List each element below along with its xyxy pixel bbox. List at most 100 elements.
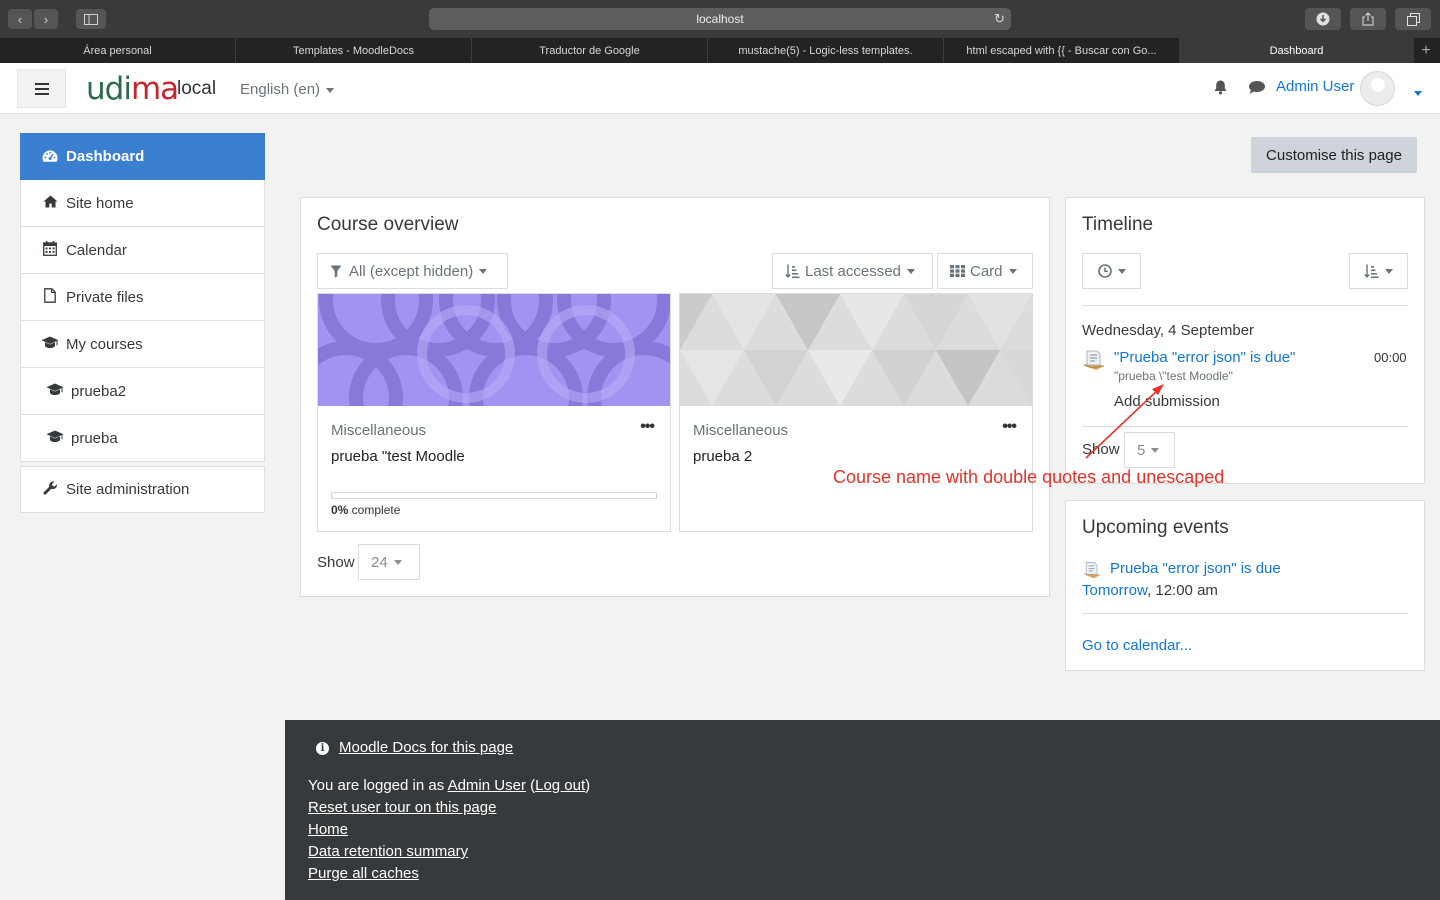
- forward-button[interactable]: ›: [34, 9, 58, 29]
- upcoming-event-day-link[interactable]: Tomorrow: [1082, 582, 1147, 599]
- reset-user-tour-link[interactable]: Reset user tour on this page: [308, 799, 496, 816]
- purge-caches-link[interactable]: Purge all caches: [308, 865, 419, 882]
- sidebar-toggle-button[interactable]: [76, 9, 106, 29]
- timeline-sort-dropdown[interactable]: [1349, 253, 1408, 289]
- dashboard-icon: [41, 149, 59, 165]
- customise-page-button[interactable]: Customise this page: [1251, 137, 1417, 173]
- home-link[interactable]: Home: [308, 821, 348, 838]
- course-image[interactable]: [680, 294, 1032, 406]
- course-name-link[interactable]: prueba "test Moodle: [331, 448, 465, 465]
- hamburger-icon-bar: [34, 92, 49, 95]
- tab-label: html escaped with {{ - Buscar con Go...: [966, 44, 1157, 57]
- course-card[interactable]: Miscellaneous prueba "test Moodle ••• 0%…: [317, 293, 671, 532]
- footer-docs: i Moodle Docs for this page: [316, 739, 513, 756]
- browser-tab-active[interactable]: Dashboard: [1180, 38, 1414, 63]
- user-menu-name[interactable]: Admin User: [1276, 78, 1354, 95]
- course-card[interactable]: Miscellaneous prueba 2 •••: [679, 293, 1033, 532]
- avatar[interactable]: [1360, 71, 1395, 106]
- paging-select[interactable]: 24: [358, 544, 420, 580]
- annotation-text: Course name with double quotes and unesc…: [833, 467, 1225, 487]
- timeline-filter-dropdown[interactable]: [1082, 253, 1141, 289]
- caret-down-icon: [1414, 91, 1422, 97]
- site-name: local: [177, 78, 217, 99]
- share-button[interactable]: [1350, 8, 1386, 30]
- drawer-nav-list: Dashboard Site home Calendar Private fil…: [20, 133, 265, 462]
- sidebar-item-my-courses[interactable]: My courses: [20, 321, 265, 368]
- plus-icon: +: [1421, 41, 1431, 59]
- course-actions-menu[interactable]: •••: [640, 418, 655, 436]
- notifications-button[interactable]: [1213, 79, 1228, 100]
- course-pattern-grey: [680, 294, 1032, 406]
- share-icon: [1362, 12, 1374, 26]
- language-menu[interactable]: English (en): [240, 81, 335, 98]
- data-retention-link[interactable]: Data retention summary: [308, 843, 468, 860]
- footer-link-item: Reset user tour on this page: [308, 799, 496, 816]
- browser-tab[interactable]: Templates - MoodleDocs: [236, 38, 472, 63]
- course-image[interactable]: [318, 294, 670, 406]
- progress-percent: 0%: [331, 503, 349, 517]
- footer-user-link[interactable]: Admin User: [448, 777, 526, 794]
- sidebar-item-calendar[interactable]: Calendar: [20, 227, 265, 274]
- logout-open: (: [525, 777, 536, 794]
- divider: [1082, 305, 1408, 306]
- sidebar-item-site-administration[interactable]: Site administration: [20, 466, 265, 513]
- moodle-docs-link[interactable]: Moodle Docs for this page: [339, 739, 513, 756]
- tabs-overview-button[interactable]: [1395, 8, 1431, 30]
- upcoming-event-link[interactable]: Prueba "error json" is due: [1110, 560, 1281, 577]
- course-pattern-purple: [318, 294, 670, 406]
- sidebar-item-course-prueba2[interactable]: prueba2: [20, 368, 265, 415]
- upcoming-event-time: , 12:00 am: [1147, 582, 1218, 599]
- timeline-event-link[interactable]: "Prueba "error json" is due": [1114, 349, 1295, 366]
- course-filter-dropdown[interactable]: All (except hidden): [317, 253, 508, 289]
- new-tab-button[interactable]: +: [1414, 38, 1438, 63]
- go-to-calendar-link[interactable]: Go to calendar...: [1082, 637, 1192, 654]
- sort-amount-icon: [1364, 264, 1379, 278]
- course-category: Miscellaneous: [693, 422, 789, 439]
- logout-link[interactable]: Log out: [535, 777, 585, 794]
- sidebar-item-dashboard[interactable]: Dashboard: [20, 133, 265, 180]
- logo-text-suffix: ma: [130, 71, 179, 107]
- progress-suffix: complete: [348, 503, 401, 517]
- divider: [1082, 613, 1408, 614]
- sidebar-item-label: prueba2: [71, 382, 127, 400]
- logo-text-prefix: udi: [86, 71, 132, 107]
- sidebar-item-course-prueba[interactable]: prueba: [20, 415, 265, 462]
- drawer-toggle-button[interactable]: [17, 69, 66, 108]
- upcoming-event-date: Tomorrow, 12:00 am: [1082, 582, 1218, 599]
- grid-icon: [950, 265, 965, 277]
- tab-label: Dashboard: [1269, 44, 1324, 57]
- sidebar-item-label: prueba: [71, 429, 118, 447]
- address-bar[interactable]: localhost ↻: [429, 8, 1011, 30]
- course-name-link[interactable]: prueba 2: [693, 448, 752, 465]
- reload-icon[interactable]: ↻: [994, 11, 1005, 27]
- messages-button[interactable]: [1248, 80, 1266, 99]
- upcoming-events-block: Upcoming events Prueba "error json" is d…: [1065, 500, 1425, 671]
- main-region: Customise this page Course overview All …: [285, 114, 1440, 720]
- download-icon: [1316, 12, 1330, 26]
- course-sort-dropdown[interactable]: Last accessed: [772, 253, 933, 289]
- downloads-button[interactable]: [1305, 8, 1341, 30]
- browser-tab[interactable]: Traductor de Google: [472, 38, 708, 63]
- browser-toolbar: ‹ › localhost ↻: [0, 0, 1440, 38]
- tabs-icon: [1406, 12, 1420, 26]
- caret-down-icon: [479, 268, 488, 274]
- browser-tab[interactable]: Área personal: [0, 38, 236, 63]
- course-view-dropdown[interactable]: Card: [937, 253, 1033, 289]
- browser-tab[interactable]: mustache(5) - Logic-less templates.: [708, 38, 944, 63]
- course-actions-menu[interactable]: •••: [1002, 418, 1017, 436]
- browser-tab[interactable]: html escaped with {{ - Buscar con Go...: [944, 38, 1180, 63]
- caret-down-icon: [1385, 268, 1393, 274]
- sidebar-item-site-home[interactable]: Site home: [20, 180, 265, 227]
- sidebar-item-private-files[interactable]: Private files: [20, 274, 265, 321]
- user-menu-toggle[interactable]: [1414, 85, 1422, 103]
- block-title: Upcoming events: [1082, 517, 1229, 538]
- calendar-icon: [41, 241, 59, 259]
- assignment-icon: [1082, 560, 1104, 580]
- back-button[interactable]: ‹: [8, 9, 32, 29]
- view-label: Card: [970, 262, 1003, 280]
- site-logo[interactable]: udima: [86, 71, 179, 107]
- browser-tab-strip: Área personal Templates - MoodleDocs Tra…: [0, 38, 1440, 63]
- site-navbar: udima local English (en) Admin User: [0, 63, 1440, 114]
- chevron-left-icon: ‹: [17, 11, 23, 27]
- caret-down-icon: [1008, 268, 1017, 274]
